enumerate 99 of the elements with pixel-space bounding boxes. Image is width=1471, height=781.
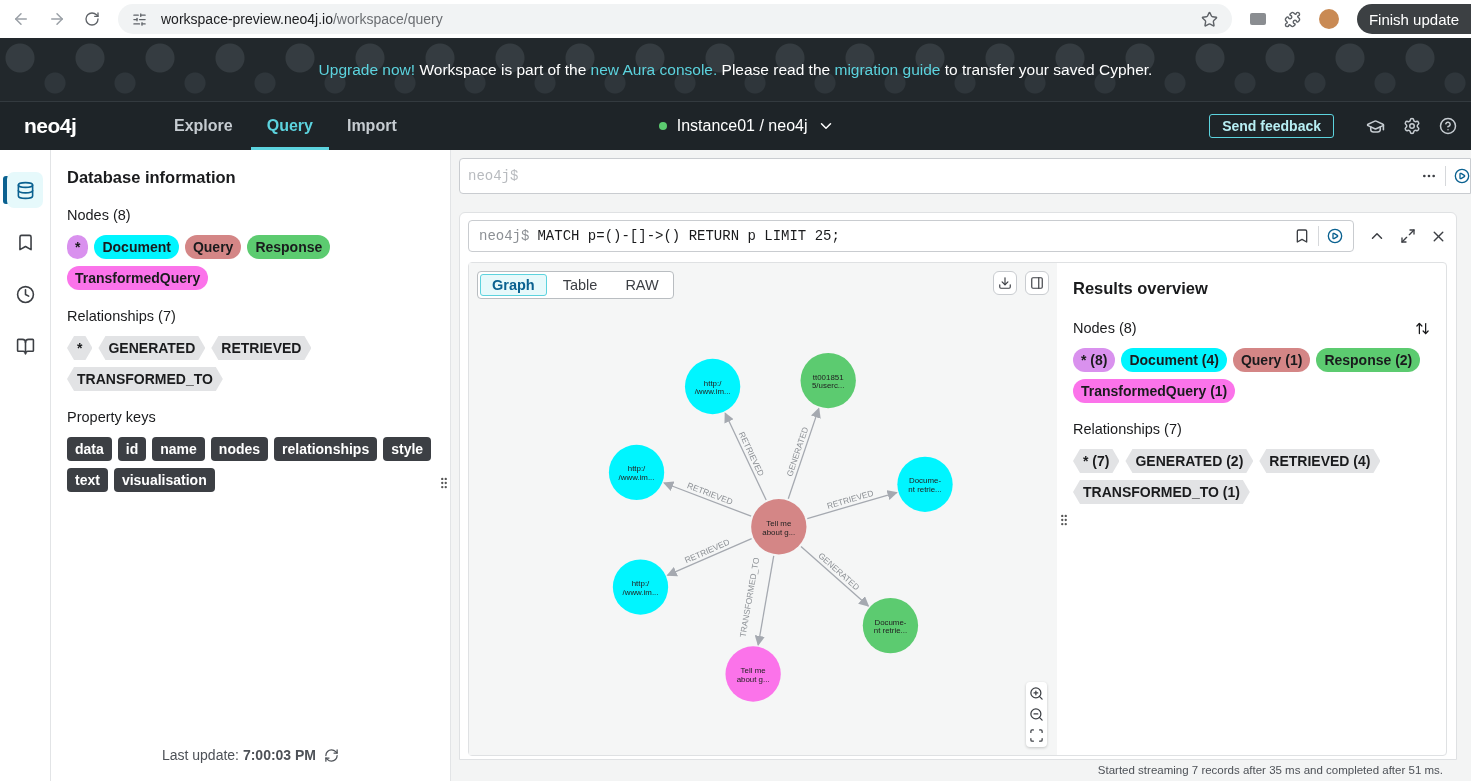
node-label-chip[interactable]: Query [184, 235, 242, 259]
instance-selector[interactable]: Instance01 / neo4j [652, 102, 842, 150]
nav-tab[interactable]: Import [330, 102, 413, 150]
node-label-chip[interactable]: * [67, 235, 89, 259]
database-icon [15, 180, 35, 200]
node-label-chip[interactable]: Response (2) [1316, 348, 1421, 372]
graph-node[interactable] [862, 597, 919, 654]
nav-tab[interactable]: Explore [158, 102, 249, 150]
section-heading: Nodes (8) [67, 207, 132, 223]
banner-link[interactable]: Upgrade now! [318, 60, 416, 78]
expand-button[interactable] [1400, 228, 1416, 244]
section-heading: Relationships (7) [1073, 421, 1183, 437]
query-input[interactable]: neo4j$ [466, 167, 1421, 185]
bookmark-star-icon[interactable] [1200, 10, 1218, 28]
relationship-type-chip[interactable]: GENERATED (2) [1125, 449, 1254, 473]
node-label-chip[interactable]: Response [247, 235, 331, 259]
node-label-chip[interactable]: Document (4) [1121, 348, 1227, 372]
zoom-out-icon[interactable] [1029, 707, 1044, 722]
property-key-chip[interactable]: relationships [274, 437, 378, 461]
refresh-button[interactable] [324, 747, 340, 763]
property-key-chip[interactable]: name [152, 437, 205, 461]
help-icon[interactable] [1439, 117, 1457, 135]
node-label-chip[interactable]: TransformedQuery [67, 266, 209, 290]
relationship-type-chip[interactable]: TRANSFORMED_TO (1) [1073, 480, 1250, 504]
query-editor[interactable]: neo4j$ [459, 158, 1471, 194]
graph-node[interactable] [751, 499, 807, 555]
property-key-chip[interactable]: id [117, 437, 147, 461]
banner-link[interactable]: new Aura console. [590, 60, 718, 78]
toggle-panel-button[interactable] [1025, 271, 1049, 295]
view-tab[interactable]: RAW [613, 274, 671, 296]
node-label-chip[interactable]: Query (1) [1232, 348, 1311, 372]
graph-node[interactable] [725, 646, 781, 702]
relationship-type-chip[interactable]: RETRIEVED [211, 336, 312, 360]
property-key-chip[interactable]: data [67, 437, 112, 461]
banner-link[interactable]: migration guide [834, 60, 941, 78]
relationship-type-chip[interactable]: * [67, 336, 93, 360]
panel-title: Database information [67, 168, 237, 187]
node-caption: tt001851 5/userc... [812, 372, 845, 391]
extensions-icon[interactable] [1283, 10, 1301, 28]
node-caption: Docume- nt retrie... [873, 617, 908, 636]
node-caption: http:/ /www.im... [618, 464, 655, 483]
finish-update-button[interactable]: Finish update [1356, 4, 1471, 34]
site-info-icon[interactable] [132, 11, 147, 27]
node-label-chip[interactable]: Document [94, 235, 179, 259]
property-key-chip[interactable]: visualisation [113, 468, 215, 492]
zoom-in-icon[interactable] [1029, 686, 1044, 701]
view-tab[interactable]: Table [550, 274, 610, 296]
graph-node[interactable] [612, 559, 669, 615]
node-caption: Docume- nt retrie... [908, 476, 942, 495]
node-caption: Tell me about g... [762, 518, 796, 537]
relationship-type-chip[interactable]: RETRIEVED (4) [1259, 449, 1381, 473]
query-field[interactable]: neo4j$ MATCH p=()-[]->() RETURN p LIMIT 25; [468, 220, 1354, 252]
download-button[interactable] [993, 271, 1017, 295]
node-caption: http:/ /www.im... [622, 579, 659, 597]
clock-icon [15, 284, 35, 304]
settings-icon[interactable] [1403, 117, 1421, 135]
reload-icon[interactable] [84, 11, 100, 27]
url-host: workspace-preview.neo4j.io [161, 11, 333, 27]
book-icon [15, 336, 35, 356]
status-message: Started streaming 7 records after 35 ms and completed after 51 ms. [1097, 764, 1443, 776]
node-label-chip[interactable]: * (8) [1073, 348, 1116, 372]
sort-icon[interactable] [1415, 320, 1430, 336]
send-feedback-button[interactable]: Send feedback [1209, 114, 1334, 138]
view-tab[interactable]: Graph [480, 274, 547, 296]
relationship-type-chip[interactable]: GENERATED [98, 336, 206, 360]
last-update-text: Last update: 7:00:03 PM [161, 747, 317, 763]
section-heading: Property keys [67, 409, 157, 425]
forward-icon[interactable] [48, 10, 66, 28]
graph-node[interactable] [800, 352, 856, 409]
relationship-arrow [800, 545, 870, 607]
property-key-chip[interactable]: text [67, 468, 108, 492]
url-path: /workspace/query [333, 11, 443, 27]
section-heading: Relationships (7) [67, 308, 177, 324]
node-caption: http:/ /www.im... [694, 378, 731, 397]
logo[interactable]: neo4j [24, 114, 158, 138]
property-key-chip[interactable]: style [383, 437, 432, 461]
extension-icon[interactable] [1249, 13, 1266, 25]
run-button[interactable] [1454, 168, 1470, 184]
prompt-text: neo4j$ [479, 228, 530, 244]
side-panel-icon [1030, 276, 1044, 290]
banner-message: Upgrade now! Workspace is part of the new Aura console. Please read the migration guide to transfer your saved Cypher. [318, 60, 1153, 79]
node-label-chip[interactable]: TransformedQuery (1) [1073, 379, 1236, 403]
back-icon[interactable] [12, 10, 30, 28]
panel-title: Results overview [1073, 279, 1209, 298]
address-bar[interactable]: workspace-preview.neo4j.io/workspace/query [118, 4, 1232, 34]
save-bookmark-button[interactable] [1294, 228, 1310, 244]
query-text: MATCH p=()-[]->() RETURN p LIMIT 25; [537, 228, 840, 244]
run-button[interactable] [1327, 228, 1343, 244]
graph-node[interactable] [684, 358, 741, 415]
graph-node[interactable] [897, 456, 953, 512]
download-icon [998, 276, 1012, 290]
section-heading: Nodes (8) [1073, 320, 1137, 336]
graph-node[interactable] [608, 444, 665, 501]
property-key-chip[interactable]: nodes [210, 437, 269, 461]
node-caption: Tell me about g... [736, 666, 770, 684]
relationship-type-chip[interactable]: TRANSFORMED_TO [67, 367, 223, 391]
avatar[interactable] [1318, 9, 1339, 29]
relationship-type-chip[interactable]: * (7) [1073, 449, 1120, 473]
fit-view-icon[interactable] [1029, 728, 1044, 743]
